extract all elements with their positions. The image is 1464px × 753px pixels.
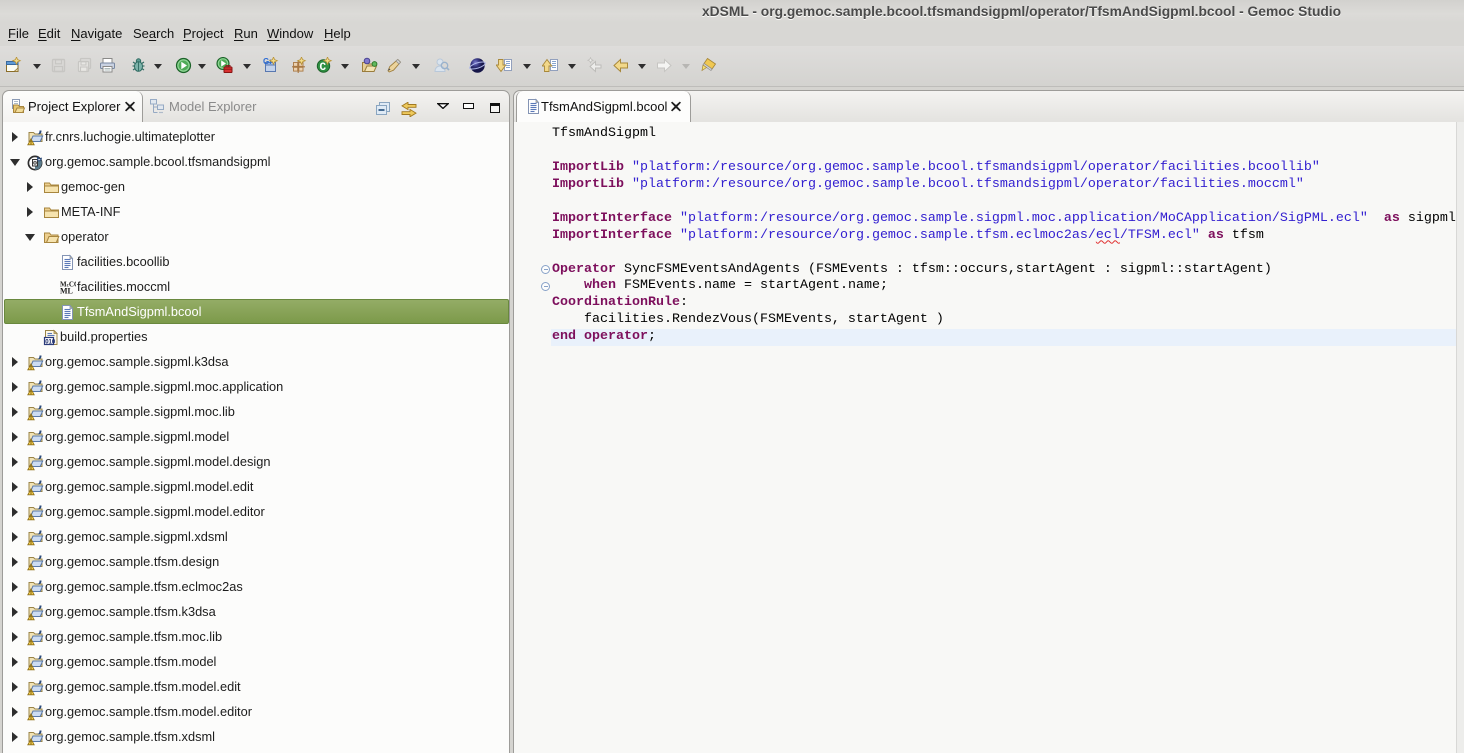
svg-text:C: C: [320, 62, 327, 74]
svg-text:ML: ML: [60, 286, 73, 295]
svg-text:010: 010: [45, 339, 56, 345]
